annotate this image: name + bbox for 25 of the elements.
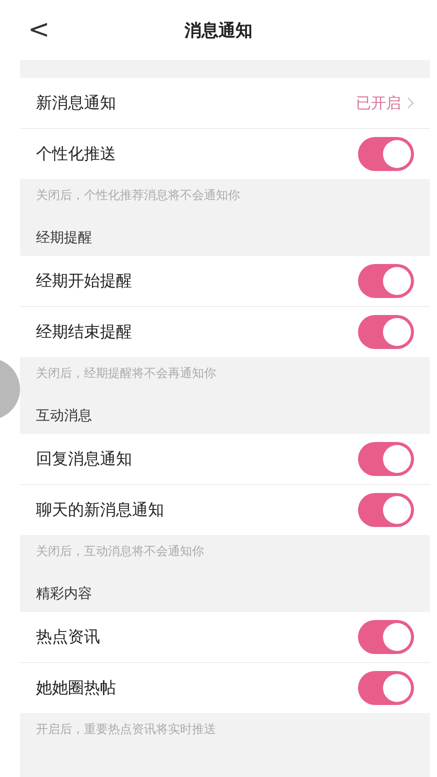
toggle-switch[interactable] bbox=[358, 264, 414, 298]
row-label: 经期开始提醒 bbox=[36, 270, 132, 292]
page-title: 消息通知 bbox=[184, 20, 252, 42]
toggle-switch[interactable] bbox=[358, 315, 414, 349]
section-title: 精彩内容 bbox=[35, 585, 93, 604]
section-note: 关闭后，互动消息将不会通知你 bbox=[35, 543, 205, 560]
toggle-switch[interactable] bbox=[358, 620, 414, 654]
row-label: 热点资讯 bbox=[36, 626, 100, 648]
chevron-icon bbox=[407, 97, 414, 109]
row-label: 她她圈热帖 bbox=[36, 678, 116, 698]
section-title: 互动消息 bbox=[35, 407, 93, 426]
toggle-switch[interactable] bbox=[358, 137, 414, 171]
row-label: 聊天的新消息通知 bbox=[36, 500, 164, 520]
section-note: 关闭后，个性化推荐消息将不会通知你 bbox=[35, 187, 241, 204]
row-label: 经期结束提醒 bbox=[36, 322, 132, 342]
toggle-switch[interactable] bbox=[358, 442, 414, 476]
row-label: 回复消息通知 bbox=[36, 448, 132, 470]
section-title: 经期提醒 bbox=[35, 229, 93, 248]
row-label: 个性化推送 bbox=[36, 144, 116, 164]
section-note: 开启后，重要热点资讯将实时推送 bbox=[35, 721, 217, 738]
toggle-switch[interactable] bbox=[358, 671, 414, 705]
row-label: 新消息通知 bbox=[36, 92, 116, 114]
toggle-switch[interactable] bbox=[358, 493, 414, 527]
back-button[interactable]: < bbox=[28, 16, 50, 44]
section-note: 关闭后，经期提醒将不会再通知你 bbox=[35, 365, 217, 382]
